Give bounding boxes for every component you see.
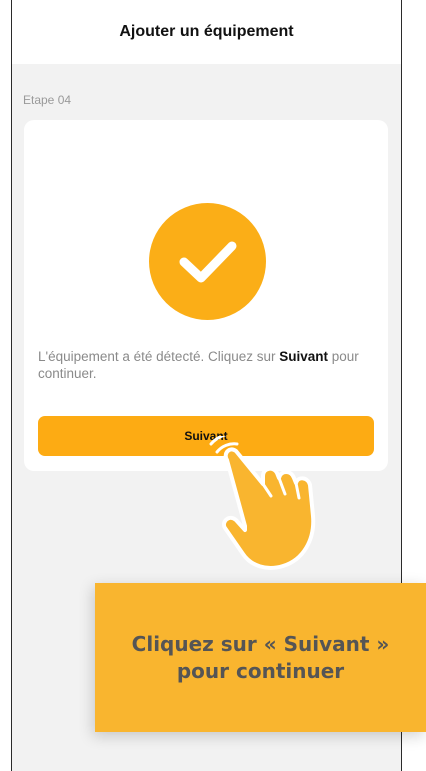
- callout-line-1: Cliquez sur « Suivant »: [131, 631, 390, 656]
- detection-card: L'équipement a été détecté. Cliquez sur …: [24, 120, 388, 471]
- tutorial-callout: Cliquez sur « Suivant » pour continuer: [95, 583, 426, 732]
- page-title: Ajouter un équipement: [119, 23, 294, 40]
- pointing-hand-icon: [209, 436, 316, 570]
- message-highlight: Suivant: [279, 349, 328, 364]
- callout-line-2: pour continuer: [176, 658, 345, 683]
- step-label: Etape 04: [23, 93, 72, 107]
- detection-message: L'équipement a été détecté. Cliquez sur …: [38, 348, 378, 382]
- check-circle-icon: [149, 203, 266, 320]
- page: Ajouter un équipement Etape 04 L'équipem…: [0, 0, 426, 771]
- message-text-before: L'équipement a été détecté. Cliquez sur: [38, 349, 280, 364]
- checkmark-icon: [179, 241, 236, 282]
- app-header: Ajouter un équipement: [12, 0, 401, 64]
